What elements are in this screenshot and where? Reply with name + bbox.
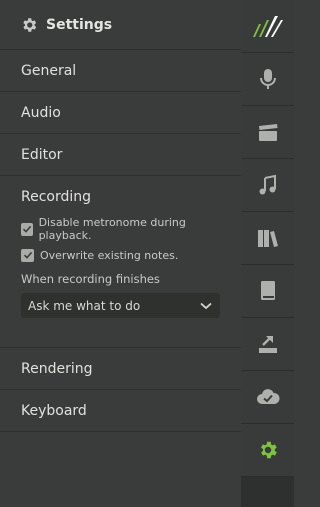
- nav-item-rendering[interactable]: Rendering: [0, 348, 241, 390]
- recording-finish-value: Ask me what to do: [28, 298, 141, 313]
- nav-item-keyboard[interactable]: Keyboard: [0, 390, 241, 432]
- recording-finish-select[interactable]: Ask me what to do: [21, 293, 220, 318]
- rail-item-settings[interactable]: [241, 424, 294, 477]
- rail-item-export[interactable]: [241, 318, 294, 371]
- chevron-down-icon: [200, 302, 212, 309]
- disable-metronome-option[interactable]: Disable metronome during playback.: [21, 216, 220, 242]
- gear-icon: [260, 441, 277, 459]
- app-logo-icon: [252, 16, 283, 37]
- music-note-icon: [259, 174, 276, 195]
- disable-metronome-label: Disable metronome during playback.: [38, 216, 186, 242]
- disable-metronome-checkbox[interactable]: [21, 222, 33, 236]
- clapperboard-icon: [258, 124, 277, 141]
- check-icon: [22, 225, 31, 233]
- library-icon: [257, 230, 278, 247]
- export-icon: [258, 336, 277, 353]
- page-title: Settings: [46, 16, 113, 33]
- overwrite-notes-option[interactable]: Overwrite existing notes.: [21, 244, 220, 266]
- rail-item-music[interactable]: [241, 159, 294, 212]
- overwrite-notes-checkbox[interactable]: [21, 248, 34, 262]
- recording-section: Recording Disable metronome during playb…: [0, 176, 241, 348]
- check-icon: [23, 251, 32, 259]
- nav-item-audio[interactable]: Audio: [0, 92, 241, 134]
- settings-header: Settings: [0, 0, 241, 50]
- rail-item-book[interactable]: [241, 265, 294, 318]
- rail-item-home[interactable]: [241, 0, 294, 53]
- settings-panel: Settings General Audio Editor Recording …: [0, 0, 241, 507]
- rail-item-video[interactable]: [241, 106, 294, 159]
- overwrite-notes-label: Overwrite existing notes.: [40, 248, 179, 262]
- nav-item-recording[interactable]: Recording: [21, 176, 220, 218]
- rail-item-record[interactable]: [241, 53, 294, 106]
- side-rail: [241, 0, 294, 507]
- book-icon: [260, 281, 275, 300]
- microphone-icon: [259, 69, 276, 89]
- recording-finish-label: When recording finishes: [21, 272, 160, 286]
- rail-item-library[interactable]: [241, 212, 294, 265]
- rail-item-cloud[interactable]: [241, 371, 294, 424]
- nav-item-editor[interactable]: Editor: [0, 134, 241, 176]
- nav-item-general[interactable]: General: [0, 50, 241, 92]
- cloud-check-icon: [256, 389, 280, 404]
- gear-icon: [23, 17, 37, 32]
